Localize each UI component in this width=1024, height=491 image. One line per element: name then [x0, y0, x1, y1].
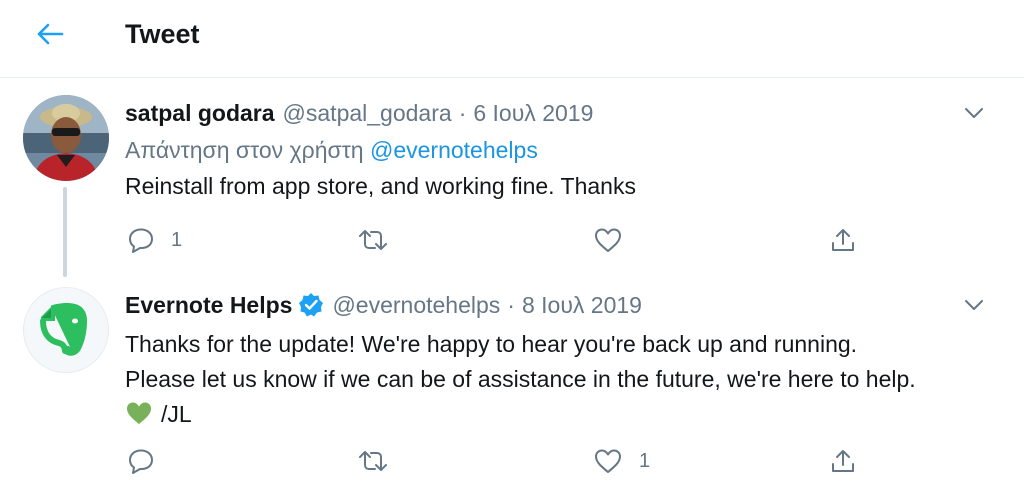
like-button[interactable]: [593, 222, 639, 258]
tweet-actions: 1: [125, 443, 865, 479]
avatar[interactable]: [23, 95, 109, 181]
share-button[interactable]: [829, 443, 857, 479]
green-heart-emoji-icon: [125, 400, 153, 436]
separator-dot: ·: [507, 291, 515, 318]
page-title: Tweet: [125, 19, 200, 49]
separator-dot: ·: [458, 99, 467, 126]
tweet-menu-button[interactable]: [958, 97, 990, 129]
signature: /JL: [161, 401, 192, 427]
retweet-icon: [359, 451, 387, 471]
author-handle[interactable]: @satpal_godara: [283, 100, 452, 127]
thread-line: [63, 187, 67, 277]
chevron-down-icon: [965, 300, 983, 310]
tweet-text: Reinstall from app store, and working fi…: [125, 173, 636, 199]
tweet-text-line: Please let us know if we can be of assis…: [125, 366, 916, 392]
author-name[interactable]: Evernote Helps: [125, 292, 292, 319]
tweet-text-line: /JL: [125, 397, 1015, 436]
heart-outline-icon: [595, 449, 621, 473]
evernote-logo-icon: [40, 303, 87, 356]
tweet-date[interactable]: 6 Ιουλ 2019: [473, 100, 593, 127]
user-photo: [23, 95, 109, 181]
arrow-left-icon: [37, 23, 64, 45]
reply-icon: [129, 228, 153, 253]
header-bar: Tweet: [0, 0, 1024, 78]
tweet-text-line: Thanks for the update! We're happy to he…: [125, 331, 858, 357]
tweet-actions: 1: [125, 222, 865, 258]
reply-count: 1: [171, 228, 183, 251]
mention-link[interactable]: @evernotehelps: [370, 137, 538, 163]
share-button[interactable]: [829, 222, 857, 258]
back-button[interactable]: [32, 16, 68, 52]
replying-to: Απάντηση στον χρήστη @evernotehelps: [125, 132, 1004, 168]
share-icon: [832, 450, 854, 472]
retweet-button[interactable]: [357, 222, 405, 258]
like-count: 1: [639, 449, 651, 472]
heart-outline-icon: [595, 228, 621, 252]
author-handle[interactable]: @evernotehelps: [332, 292, 500, 319]
author-name[interactable]: satpal godara: [125, 100, 275, 127]
tweet-satpal[interactable]: satpal godara @satpal_godara · 6 Ιουλ 20…: [0, 79, 1024, 277]
tweet-text: Thanks for the update! We're happy to he…: [125, 327, 1015, 436]
avatar[interactable]: [23, 287, 109, 373]
tweet-date[interactable]: 8 Ιουλ 2019: [522, 292, 642, 319]
share-icon: [832, 229, 854, 251]
chevron-down-icon: [965, 108, 983, 118]
like-button[interactable]: 1: [593, 443, 650, 479]
reply-button[interactable]: 1: [127, 222, 182, 258]
retweet-button[interactable]: [357, 443, 405, 479]
retweet-icon: [359, 230, 387, 250]
verified-badge-icon: [298, 292, 324, 318]
tweet-evernote[interactable]: Evernote Helps @evernotehelps · 8 Ιουλ 2…: [0, 275, 1024, 491]
replying-prefix: Απάντηση στον χρήστη: [125, 137, 364, 163]
reply-icon: [129, 449, 153, 474]
tweet-menu-button[interactable]: [958, 289, 990, 321]
reply-button[interactable]: [127, 443, 171, 479]
